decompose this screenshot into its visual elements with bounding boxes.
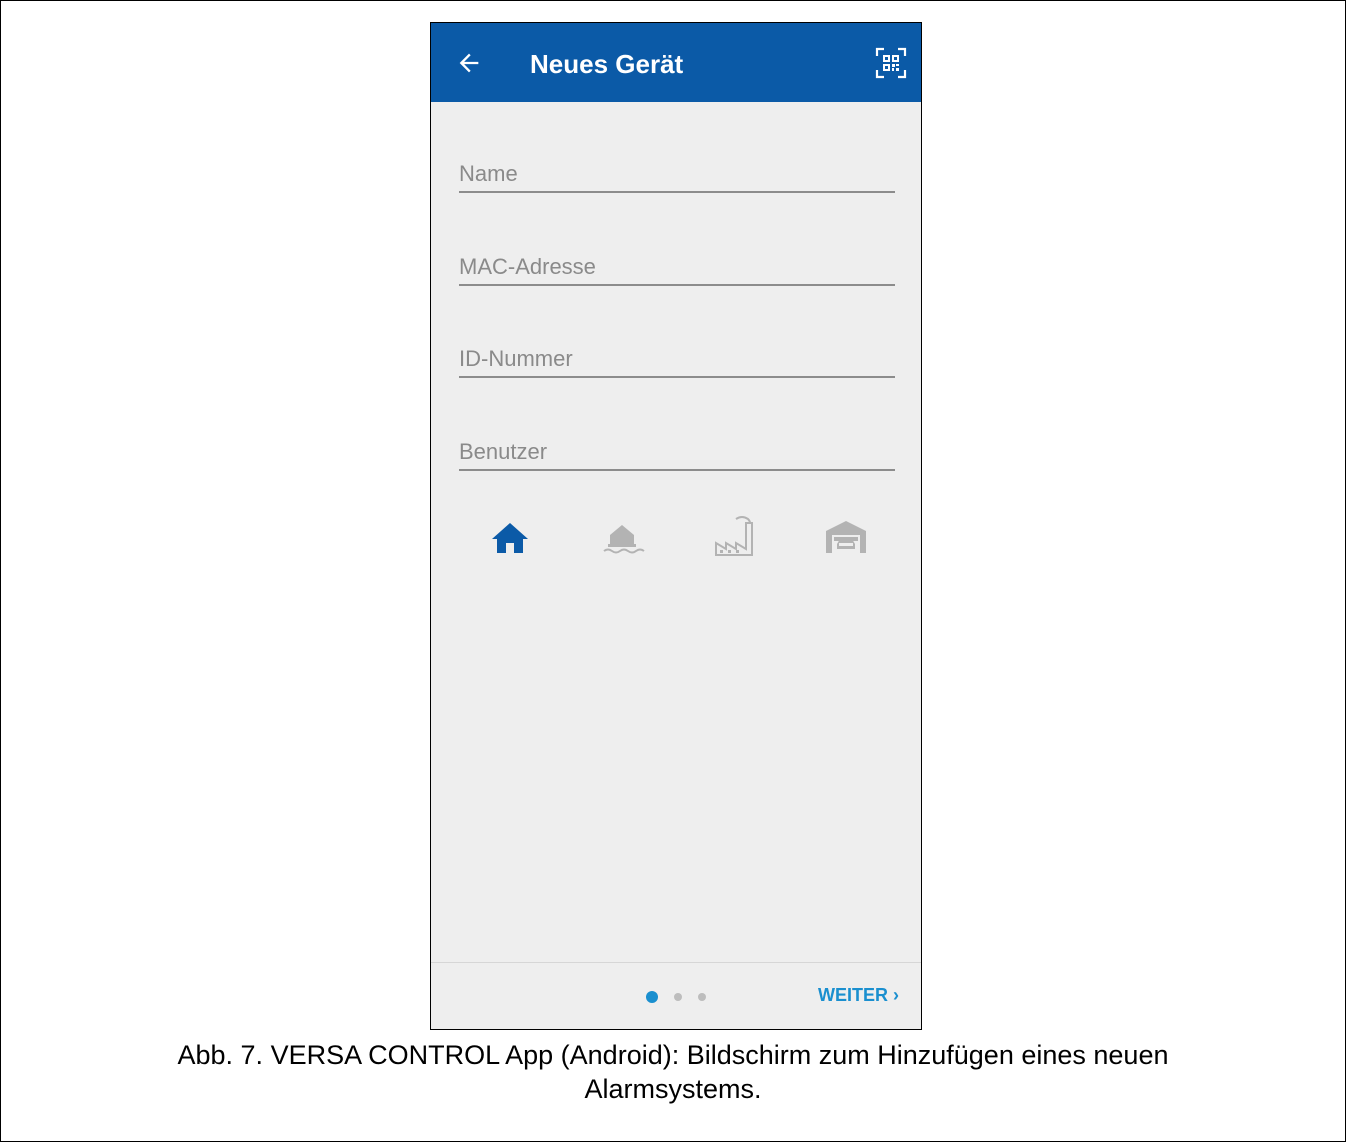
next-button[interactable]: WEITER › bbox=[818, 985, 899, 1006]
caption-line-2: Alarmsystems. bbox=[584, 1074, 762, 1104]
arrow-left-icon bbox=[459, 53, 479, 73]
lakehouse-icon bbox=[603, 525, 645, 554]
qr-code-icon bbox=[875, 47, 907, 79]
bottom-bar: WEITER › bbox=[431, 962, 921, 1029]
page-dot-active bbox=[646, 991, 658, 1003]
house-type-button[interactable] bbox=[486, 513, 534, 561]
phone-screen: Neues Gerät Name MAC-Adresse ID-Nummer B… bbox=[430, 22, 922, 1030]
app-bar: Neues Gerät bbox=[431, 23, 921, 102]
garage-type-button[interactable] bbox=[822, 513, 870, 561]
mac-address-input[interactable] bbox=[459, 254, 895, 280]
caption-line-1: Abb. 7. VERSA CONTROL App (Android): Bil… bbox=[177, 1040, 1169, 1070]
page-dot bbox=[698, 993, 706, 1001]
building-type-selector bbox=[486, 513, 876, 563]
chevron-right-icon: › bbox=[893, 985, 899, 1005]
user-field[interactable] bbox=[459, 429, 895, 471]
factory-icon bbox=[715, 516, 753, 556]
name-field[interactable] bbox=[459, 151, 895, 193]
scan-qr-button[interactable] bbox=[875, 47, 907, 79]
garage-icon bbox=[826, 521, 866, 553]
lakehouse-type-button[interactable] bbox=[598, 513, 646, 561]
next-button-label: WEITER bbox=[817, 985, 888, 1005]
user-input[interactable] bbox=[459, 439, 895, 465]
page-dot bbox=[674, 993, 682, 1001]
back-button[interactable] bbox=[455, 49, 483, 77]
id-number-input[interactable] bbox=[459, 346, 895, 372]
house-icon bbox=[492, 523, 528, 553]
name-input[interactable] bbox=[459, 161, 895, 187]
mac-address-field[interactable] bbox=[459, 244, 895, 286]
id-number-field[interactable] bbox=[459, 336, 895, 378]
factory-type-button[interactable] bbox=[710, 513, 758, 561]
page-title: Neues Gerät bbox=[530, 49, 684, 79]
figure-caption: Abb. 7. VERSA CONTROL App (Android): Bil… bbox=[0, 1038, 1346, 1106]
